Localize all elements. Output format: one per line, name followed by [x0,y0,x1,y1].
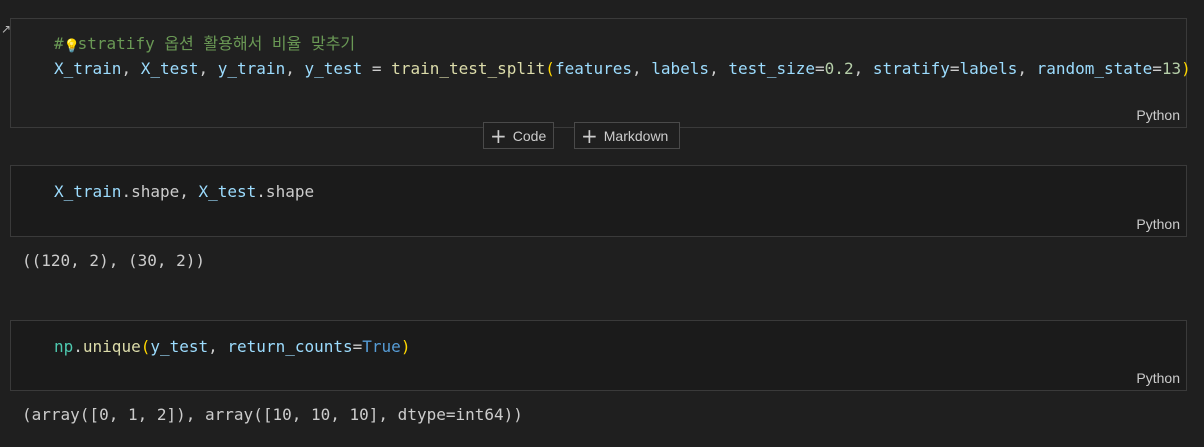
token: random_state [1036,59,1153,78]
token: y_test [150,337,209,356]
plus-icon: + [581,123,598,148]
token: stratify [872,59,950,78]
token: = [362,59,392,78]
token: True [362,337,401,356]
token: , [198,59,218,78]
add-markdown-label: Markdown [603,127,669,144]
plus-icon: + [490,123,507,148]
add-code-cell-button[interactable]: + Code [483,122,554,149]
token: y_train [217,59,286,78]
token: = [1152,59,1162,78]
language-picker[interactable]: Python [1136,107,1180,123]
token: .shape [256,182,315,201]
token: 13 [1161,59,1182,78]
token: return_counts [227,337,353,356]
token: ) [1181,59,1191,78]
language-picker[interactable]: Python [1136,370,1180,386]
token: ( [545,59,555,78]
collapse-arrow-icon[interactable]: ↗ [1,22,11,36]
token: labels [651,59,710,78]
token: , [632,59,652,78]
token: labels [959,59,1018,78]
comment-prefix: # [54,34,64,53]
cell-3-output: (array([0, 1, 2]), array([10, 10, 10], d… [22,405,523,424]
token: y_test [304,59,363,78]
token: features [554,59,632,78]
token: = [815,59,825,78]
lightbulb-icon[interactable]: 💡 [64,34,80,54]
cell-3-editor[interactable]: np.unique(y_test, return_counts=True) [54,334,410,359]
token: ( [140,337,151,356]
token: , [1017,59,1037,78]
token: np [54,337,74,356]
token: , [121,59,141,78]
add-markdown-cell-button[interactable]: + Markdown [574,122,680,149]
token: . [73,337,83,356]
token: train_test_split [391,59,546,78]
language-picker[interactable]: Python [1136,216,1180,232]
token: , [285,59,305,78]
code-cell-3[interactable]: np.unique(y_test, return_counts=True) Py… [10,320,1187,391]
cell-2-output: ((120, 2), (30, 2)) [22,251,206,270]
token: 0.2 [824,59,854,78]
token: X_train [54,182,122,201]
cell-1-editor[interactable]: #💡stratify 옵션 활용해서 비율 맞추기 X_train, X_tes… [54,31,1191,81]
token: test_size [728,59,816,78]
code-cell-2[interactable]: X_train.shape, X_test.shape Python [10,165,1187,237]
comment-text: stratify 옵션 활용해서 비율 맞추기 [77,34,356,53]
token: unique [82,337,141,356]
add-code-label: Code [512,127,547,144]
token: .shape, [121,182,199,201]
cell-2-editor[interactable]: X_train.shape, X_test.shape [54,179,314,204]
token: X_test [198,182,257,201]
code-cell-1[interactable]: #💡stratify 옵션 활용해서 비율 맞추기 X_train, X_tes… [10,18,1191,128]
token: , [208,337,228,356]
token: = [949,59,960,78]
token: = [352,337,363,356]
token: X_test [140,59,199,78]
token: , [709,59,729,78]
token: ) [400,337,411,356]
token: X_train [54,59,122,78]
token: , [853,59,873,78]
